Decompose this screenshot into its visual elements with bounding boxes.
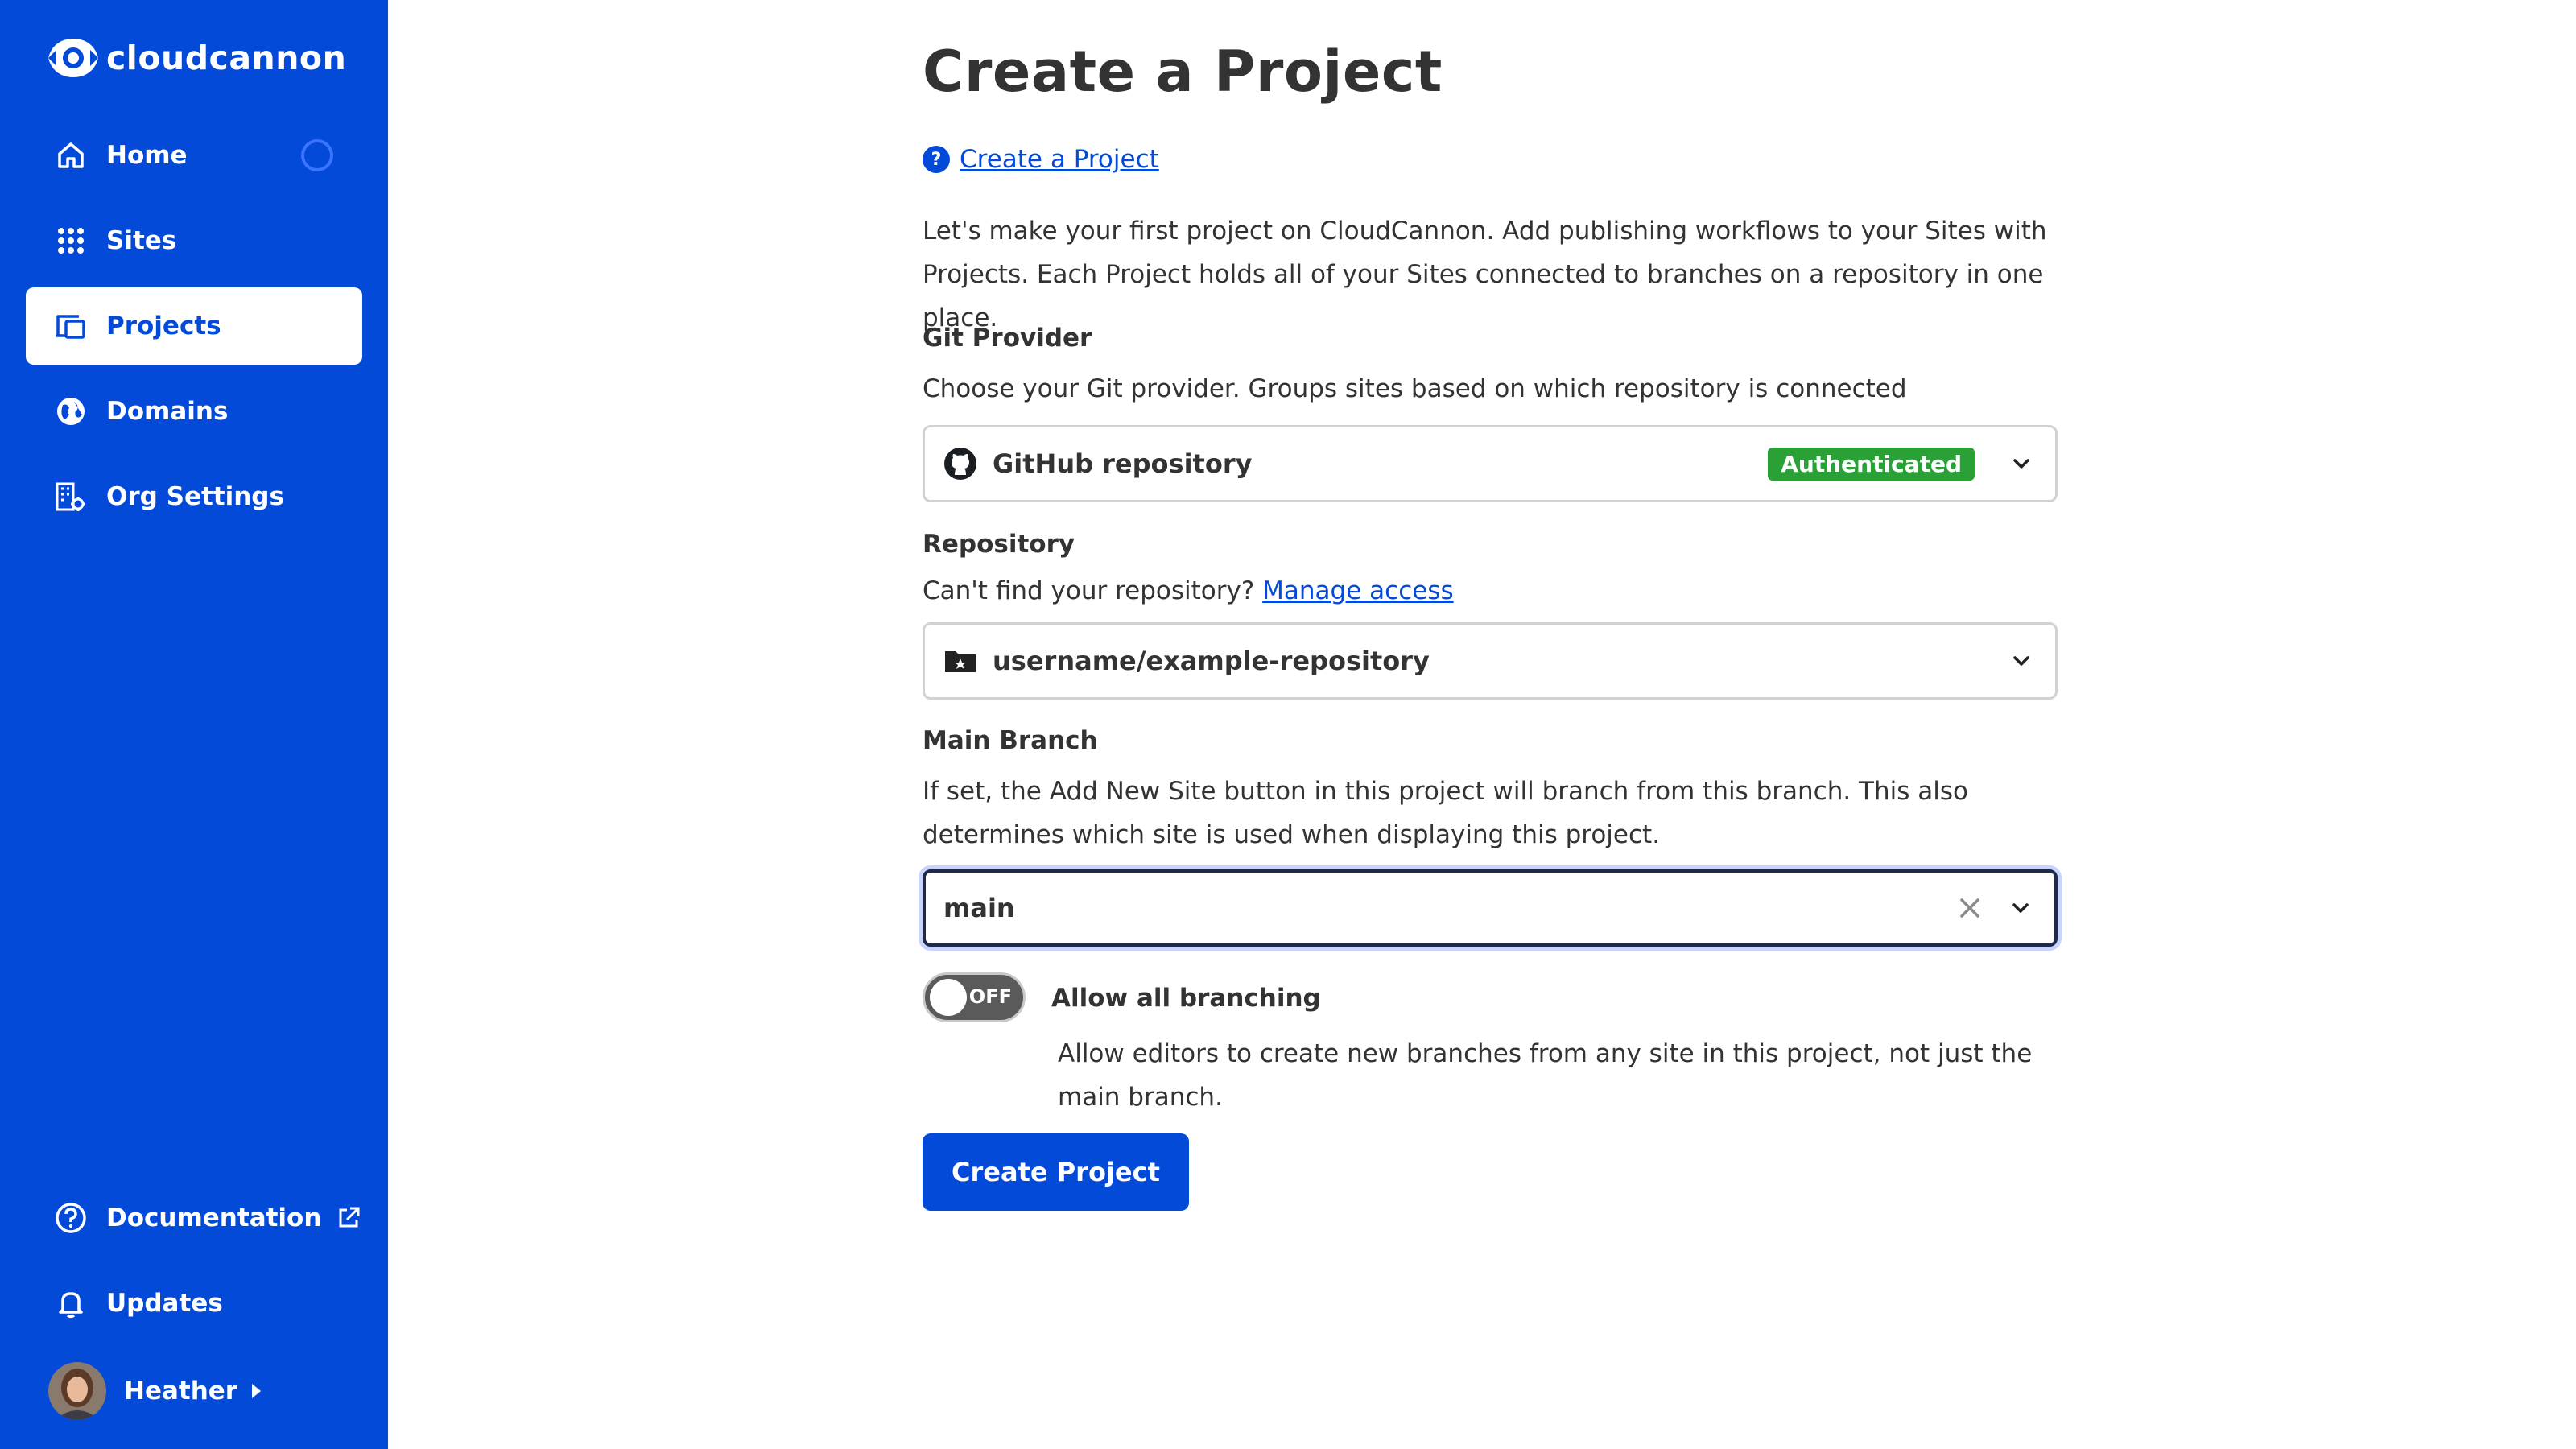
repository-heading: Repository <box>923 530 1075 559</box>
cloudcannon-logo-icon <box>48 39 98 77</box>
sidebar-item-projects[interactable]: Projects <box>26 287 362 365</box>
sidebar-item-label: Projects <box>106 312 221 341</box>
loading-spinner-icon <box>301 139 333 171</box>
caret-right-icon <box>252 1384 262 1398</box>
sidebar-item-label: Home <box>106 141 188 170</box>
sidebar-item-label: Documentation <box>106 1203 322 1232</box>
clear-icon[interactable] <box>1956 894 1984 922</box>
question-icon: ? <box>923 146 950 173</box>
create-project-button[interactable]: Create Project <box>923 1133 1189 1211</box>
repository-select[interactable]: username/example-repository <box>923 622 2058 700</box>
home-icon <box>55 139 87 171</box>
folder-star-icon <box>943 643 978 679</box>
sidebar-item-home[interactable]: Home <box>26 117 362 194</box>
main-branch-value[interactable]: main <box>943 893 1956 923</box>
sidebar-item-domains[interactable]: Domains <box>26 373 362 450</box>
brand-logo[interactable]: cloudcannon <box>45 35 346 80</box>
chevron-down-icon <box>2013 459 2029 469</box>
sidebar-item-label: Updates <box>106 1289 223 1318</box>
git-provider-select[interactable]: GitHub repository Authenticated <box>923 425 2058 502</box>
toggle-state: OFF <box>968 985 1012 1008</box>
help-link[interactable]: ? Create a Project <box>923 145 1159 174</box>
avatar <box>48 1362 106 1420</box>
external-link-icon <box>339 1207 360 1228</box>
allow-branching-label: Allow all branching <box>1051 984 1321 1013</box>
git-provider-description: Choose your Git provider. Groups sites b… <box>923 374 1907 403</box>
allow-branching-description: Allow editors to create new branches fro… <box>1058 1039 2033 1112</box>
chevron-down-icon <box>2013 903 2029 913</box>
user-name: Heather <box>124 1377 238 1406</box>
repository-value: username/example-repository <box>993 646 1430 676</box>
git-provider-value: GitHub repository <box>993 448 1253 479</box>
manage-access-link[interactable]: Manage access <box>1262 576 1453 605</box>
page-title: Create a Project <box>923 39 1443 105</box>
main-branch-description: If set, the Add New Site button in this … <box>923 777 1968 849</box>
grid-icon <box>55 225 87 257</box>
toggle-knob <box>930 979 967 1016</box>
globe-icon <box>55 395 87 427</box>
sidebar-item-org-settings[interactable]: Org Settings <box>26 458 362 535</box>
repository-hint-text: Can't find your repository? <box>923 576 1255 605</box>
sidebar-item-updates[interactable]: Updates <box>26 1265 362 1342</box>
sidebar-item-label: Org Settings <box>106 482 284 511</box>
projects-icon <box>55 310 87 342</box>
org-settings-icon <box>55 481 87 513</box>
git-provider-heading: Git Provider <box>923 324 1092 353</box>
help-link-text[interactable]: Create a Project <box>960 145 1159 174</box>
sidebar-item-documentation[interactable]: Documentation <box>26 1179 362 1257</box>
sidebar: cloudcannon Home Sites Projects Domains … <box>0 0 388 1449</box>
chevron-down-icon <box>2013 656 2029 666</box>
brand-name: cloudcannon <box>106 39 347 77</box>
github-icon <box>943 446 978 481</box>
sidebar-item-sites[interactable]: Sites <box>26 202 362 279</box>
intro-text: Let's make your first project on CloudCa… <box>923 217 2047 332</box>
sidebar-item-label: Sites <box>106 226 177 255</box>
help-circle-icon <box>55 1202 87 1234</box>
allow-branching-toggle[interactable]: OFF <box>923 972 1026 1022</box>
bell-icon <box>55 1287 87 1319</box>
main-branch-select[interactable]: main <box>923 869 2058 947</box>
status-badge: Authenticated <box>1768 447 1975 481</box>
main-branch-heading: Main Branch <box>923 726 1098 755</box>
repository-hint: Can't find your repository? Manage acces… <box>923 576 1454 605</box>
user-menu[interactable]: Heather <box>45 1352 287 1430</box>
sidebar-item-label: Domains <box>106 397 229 426</box>
